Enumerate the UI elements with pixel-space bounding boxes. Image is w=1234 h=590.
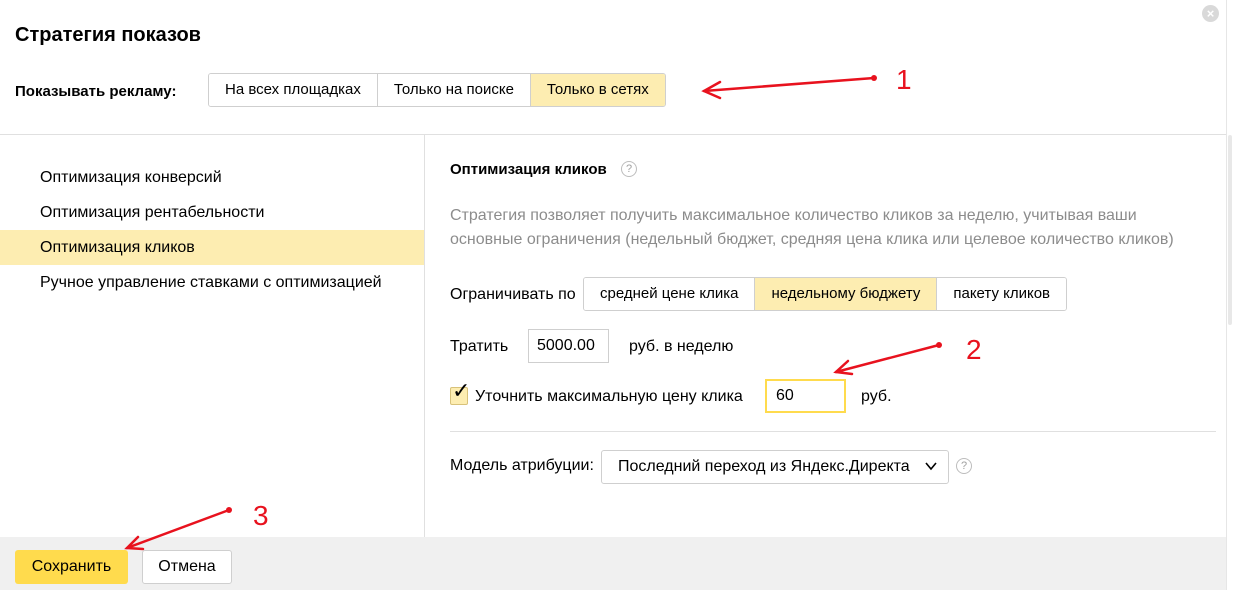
scrollbar-track (1226, 0, 1227, 590)
show-ads-all-option[interactable]: На всех площадках (209, 74, 378, 106)
limit-by-avg-price-option[interactable]: средней цене клика (584, 278, 756, 310)
save-button[interactable]: Сохранить (15, 550, 128, 584)
sidebar-divider (424, 135, 425, 537)
show-ads-networks-option[interactable]: Только в сетях (530, 74, 665, 106)
max-price-label[interactable]: Уточнить максимальную цену клика (475, 388, 743, 406)
strategy-description: Стратегия позволяет получить максимально… (450, 207, 1174, 248)
sidebar-item-clicks[interactable]: Оптимизация кликов (0, 230, 424, 265)
help-icon[interactable]: ? (621, 161, 637, 177)
sidebar-item-manual-bids[interactable]: Ручное управление ставками с оптимизацие… (0, 265, 424, 300)
annotation-dot-1 (871, 75, 877, 81)
checkmark-icon: ✓ (452, 378, 471, 403)
sidebar-item-conversions[interactable]: Оптимизация конверсий (0, 160, 424, 195)
weekly-budget-unit: руб. в неделю (629, 338, 734, 355)
attribution-divider (450, 431, 1216, 432)
weekly-budget-input[interactable]: 5000.00 (528, 329, 609, 363)
attribution-help-icon[interactable]: ? (956, 458, 972, 474)
attribution-select[interactable]: Последний переход из Яндекс.Директа (601, 450, 949, 484)
attribution-label: Модель атрибуции: (450, 457, 594, 474)
annotation-arrow-1 (702, 76, 876, 93)
show-ads-segmented: На всех площадках Только на поиске Тольк… (208, 73, 666, 107)
annotation-number-2: 2 (966, 334, 982, 365)
annotation-number-3: 3 (253, 500, 269, 531)
annotation-arrow-2 (834, 343, 941, 374)
scrollbar-thumb[interactable] (1228, 135, 1232, 325)
annotation-arrowhead-1 (701, 80, 722, 100)
annotation-dot-3 (226, 507, 232, 513)
attribution-selected-value: Последний переход из Яндекс.Директа (618, 458, 910, 475)
annotation-arrowhead-2 (833, 359, 854, 376)
dialog-title: Стратегия показов (15, 24, 201, 46)
annotation-number-1: 1 (896, 64, 912, 95)
close-icon[interactable]: × (1202, 5, 1219, 22)
annotation-dot-2 (936, 342, 942, 348)
limit-by-click-package-option[interactable]: пакету кликов (937, 278, 1067, 310)
show-ads-label: Показывать рекламу: (15, 83, 177, 100)
cancel-button[interactable]: Отмена (142, 550, 232, 584)
max-click-price-unit: руб. (861, 388, 892, 405)
spend-label: Тратить (450, 338, 509, 355)
sidebar-item-profitability[interactable]: Оптимизация рентабельности (0, 195, 424, 230)
header-divider (0, 134, 1226, 135)
limit-by-weekly-budget-option[interactable]: недельному бюджету (755, 278, 938, 310)
show-ads-search-option[interactable]: Только на поиске (377, 74, 531, 106)
section-title: Оптимизация кликов (450, 161, 607, 178)
max-click-price-input[interactable]: 60 (765, 379, 846, 413)
limit-by-label: Ограничивать по (450, 286, 576, 303)
chevron-down-icon (924, 451, 938, 494)
limit-by-segmented: средней цене клика недельному бюджету па… (583, 277, 1068, 311)
max-price-checkbox[interactable]: ✓ (450, 380, 470, 405)
